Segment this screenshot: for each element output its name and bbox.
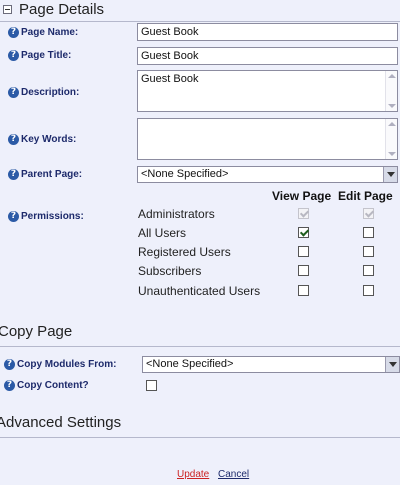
section-title-page-details: Page Details [19,1,105,18]
help-icon[interactable]: ? [8,169,19,180]
permission-role-label: Unauthenticated Users [138,284,261,298]
section-divider [0,21,400,22]
permissions-label: Permissions: [21,211,84,222]
view-page-checkbox[interactable] [298,265,309,276]
help-icon[interactable]: ? [4,359,15,370]
help-icon[interactable]: ? [8,134,19,145]
description-label: Description: [21,87,80,98]
view-page-checkbox[interactable] [298,227,309,238]
section-divider [0,437,400,438]
edit-page-checkbox[interactable] [363,265,374,276]
section-divider [0,346,400,347]
permission-role-label: Registered Users [138,245,231,259]
copy-content-label: Copy Content? [17,380,89,391]
view-page-checkbox[interactable] [298,246,309,257]
chevron-down-icon[interactable] [383,167,397,182]
copy-modules-from-selected: <None Specified> [146,358,234,370]
copy-modules-from-label: Copy Modules From: [17,359,117,370]
key-words-label: Key Words: [21,134,77,145]
copy-modules-from-select[interactable]: <None Specified> [142,356,400,373]
section-title-advanced-settings[interactable]: Advanced Settings [0,414,121,431]
description-textarea[interactable]: Guest Book [137,70,398,112]
help-icon[interactable]: ? [8,27,19,38]
edit-page-checkbox[interactable] [363,227,374,238]
permission-role-label: Subscribers [138,264,202,278]
edit-page-checkbox[interactable] [363,246,374,257]
section-title-copy-page[interactable]: Copy Page [0,323,72,340]
view-page-checkbox[interactable] [298,285,309,296]
page-title-label: Page Title: [21,50,72,61]
permission-role-label: All Users [138,226,187,240]
help-icon[interactable]: ? [8,211,19,222]
permission-role-label: Administrators [138,207,215,221]
edit-page-checkbox[interactable] [363,285,374,296]
help-icon[interactable]: ? [8,87,19,98]
copy-content-checkbox[interactable] [146,380,157,391]
page-name-input[interactable]: Guest Book [137,23,398,41]
collapse-page-details-icon[interactable] [3,5,12,14]
description-scrollbar[interactable] [385,71,397,111]
key-words-textarea[interactable] [137,118,398,160]
update-link[interactable]: Update [177,469,209,480]
description-text: Guest Book [141,73,199,85]
parent-page-select[interactable]: <None Specified> [137,166,398,183]
edit-page-checkbox [363,208,374,219]
parent-page-selected: <None Specified> [141,168,229,180]
help-icon[interactable]: ? [4,380,15,391]
help-icon[interactable]: ? [8,50,19,61]
page-title-input[interactable]: Guest Book [137,47,398,65]
key-words-scrollbar[interactable] [385,119,397,159]
parent-page-label: Parent Page: [21,169,83,180]
cancel-link[interactable]: Cancel [218,469,249,480]
view-page-checkbox [298,208,309,219]
page-name-label: Page Name: [21,27,79,38]
column-header-view-page: View Page [272,189,332,203]
chevron-down-icon[interactable] [385,357,399,372]
column-header-edit-page: Edit Page [338,189,393,203]
